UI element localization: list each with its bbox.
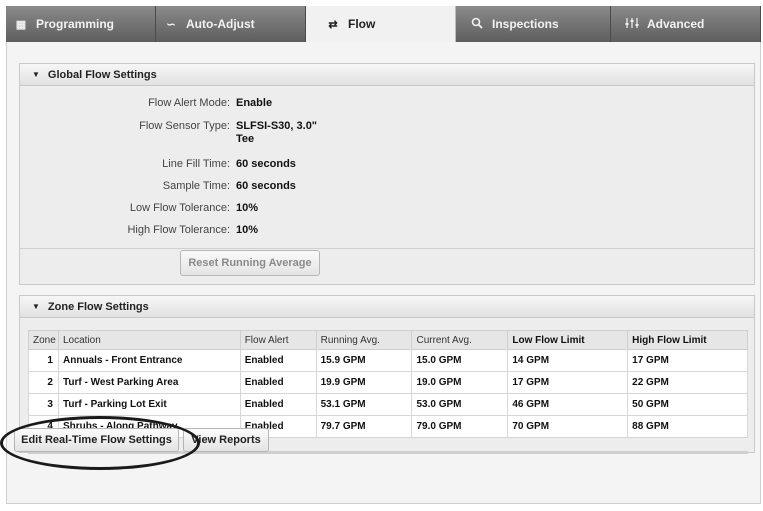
tab-label: Programming (36, 17, 115, 31)
view-reports-button[interactable]: View Reports (183, 428, 269, 452)
magnifier-icon (470, 17, 484, 32)
zone-current-avg: 15.0 GPM (411, 349, 509, 372)
flow-sensor-type-label: Flow Sensor Type: (139, 120, 230, 132)
sample-time-label: Sample Time: (162, 180, 230, 192)
tab-label: Auto-Adjust (186, 17, 255, 31)
table-row[interactable]: 3 Turf - Parking Lot Exit Enabled 53.1 G… (28, 393, 748, 416)
divider (20, 248, 754, 249)
zone-flow-table: Zone Location Flow Alert Running Avg. Cu… (28, 330, 748, 438)
wave-icon: ∽ (166, 18, 176, 31)
zone-running-avg: 53.1 GPM (315, 393, 413, 416)
zone-flow-alert: Enabled (239, 393, 317, 416)
tab-label: Advanced (647, 17, 705, 31)
flow-alert-mode-value: Enable (236, 97, 273, 109)
flow-icon: ⇄ (328, 18, 338, 31)
table-row[interactable]: 1 Annuals - Front Entrance Enabled 15.9 … (28, 349, 748, 372)
table-row[interactable]: 2 Turf - West Parking Area Enabled 19.9 … (28, 371, 748, 394)
zone-location: Turf - Parking Lot Exit (57, 393, 241, 416)
zone-current-avg: 79.0 GPM (411, 415, 509, 438)
header-running-avg: Running Avg. (315, 330, 413, 350)
zone-current-avg: 53.0 GPM (411, 393, 509, 416)
header-zone: Zone (28, 330, 59, 350)
tab-flow[interactable]: ⇄ Flow (306, 6, 456, 42)
zone-running-avg: 79.7 GPM (315, 415, 413, 438)
tab-advanced[interactable]: Advanced (611, 6, 761, 42)
zone-number: 1 (28, 349, 59, 372)
collapse-triangle-icon[interactable]: ▼ (32, 302, 40, 311)
zone-number: 3 (28, 393, 59, 416)
flow-sensor-type-value: SLFSI-S30, 3.0" Tee (236, 120, 318, 145)
header-current-avg: Current Avg. (411, 330, 509, 350)
zone-running-avg: 15.9 GPM (315, 349, 413, 372)
zone-low-flow-limit: 70 GPM (507, 415, 629, 438)
zone-number: 2 (28, 371, 59, 394)
tab-auto-adjust[interactable]: ∽ Auto-Adjust (156, 6, 306, 42)
tab-label: Flow (348, 17, 376, 31)
global-flow-settings-panel: ▼ Global Flow Settings Flow Alert Mode: … (19, 63, 755, 285)
zone-high-flow-limit: 22 GPM (627, 371, 748, 394)
line-fill-time-label: Line Fill Time: (162, 158, 230, 170)
panel-title: Global Flow Settings (47, 68, 157, 81)
header-high-flow-limit: High Flow Limit (627, 330, 748, 350)
sliders-icon (625, 17, 639, 32)
line-fill-time-value: 60 seconds (236, 158, 296, 170)
tab-programming[interactable]: ▦ Programming (6, 6, 156, 42)
table-header-row: Zone Location Flow Alert Running Avg. Cu… (28, 330, 748, 350)
zone-high-flow-limit: 50 GPM (627, 393, 748, 416)
flow-alert-mode-label: Flow Alert Mode: (148, 97, 230, 109)
low-flow-tolerance-label: Low Flow Tolerance: (129, 202, 230, 214)
high-flow-tolerance-value: 10% (236, 224, 259, 236)
zone-location: Turf - West Parking Area (57, 371, 241, 394)
high-flow-tolerance-label: High Flow Tolerance: (127, 224, 230, 236)
tab-bar: ▦ Programming ∽ Auto-Adjust ⇄ Flow Inspe… (6, 6, 761, 42)
header-flow-alert: Flow Alert (239, 330, 317, 350)
global-flow-settings-header[interactable]: ▼ Global Flow Settings (20, 64, 754, 86)
edit-real-time-flow-settings-button[interactable]: Edit Real-Time Flow Settings (14, 428, 179, 452)
zone-low-flow-limit: 14 GPM (507, 349, 629, 372)
header-location: Location (57, 330, 241, 350)
sample-time-value: 60 seconds (236, 180, 296, 192)
zone-low-flow-limit: 46 GPM (507, 393, 629, 416)
zone-location: Annuals - Front Entrance (57, 349, 241, 372)
zone-high-flow-limit: 17 GPM (627, 349, 748, 372)
reset-running-average-button[interactable]: Reset Running Average (180, 250, 320, 276)
zone-flow-settings-header[interactable]: ▼ Zone Flow Settings (20, 296, 754, 318)
zone-low-flow-limit: 17 GPM (507, 371, 629, 394)
tab-label: Inspections (492, 17, 559, 31)
panel-title: Zone Flow Settings (47, 300, 149, 313)
header-low-flow-limit: Low Flow Limit (507, 330, 629, 350)
tab-inspections[interactable]: Inspections (456, 6, 611, 42)
zone-flow-alert: Enabled (239, 371, 317, 394)
zone-flow-alert: Enabled (239, 349, 317, 372)
zone-high-flow-limit: 88 GPM (627, 415, 748, 438)
low-flow-tolerance-value: 10% (236, 202, 259, 214)
zone-current-avg: 19.0 GPM (411, 371, 509, 394)
calendar-icon: ▦ (15, 18, 27, 31)
collapse-triangle-icon[interactable]: ▼ (32, 70, 40, 79)
zone-running-avg: 19.9 GPM (315, 371, 413, 394)
